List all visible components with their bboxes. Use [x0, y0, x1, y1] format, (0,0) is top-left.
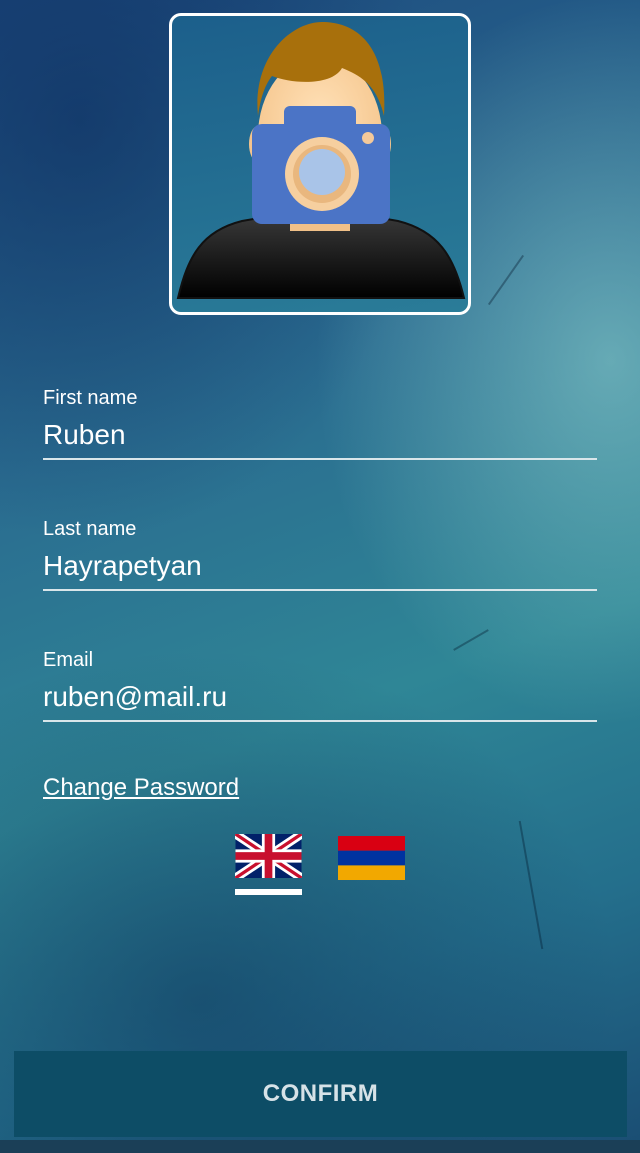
email-field: Email: [43, 648, 597, 722]
first-name-label: First name: [43, 387, 138, 409]
last-name-input[interactable]: [43, 549, 597, 591]
email-input[interactable]: [43, 680, 597, 722]
language-option-armenian[interactable]: [338, 836, 405, 880]
last-name-label: Last name: [43, 518, 137, 540]
bottom-edge: [0, 1140, 640, 1153]
uk-flag-icon: [235, 834, 302, 878]
confirm-button[interactable]: CONFIRM: [14, 1051, 627, 1137]
profile-photo[interactable]: [169, 13, 471, 315]
language-option-english[interactable]: [235, 834, 302, 878]
user-photo-camera-icon: [176, 22, 466, 299]
first-name-field: First name: [43, 386, 597, 460]
first-name-input[interactable]: [43, 418, 597, 460]
background-scratch: [518, 820, 544, 950]
change-password-link[interactable]: Change Password: [43, 774, 239, 802]
email-label: Email: [43, 649, 94, 671]
background-scratch: [487, 254, 525, 306]
armenia-flag-icon: [338, 836, 405, 880]
selected-language-indicator: [235, 889, 302, 895]
last-name-field: Last name: [43, 517, 597, 591]
